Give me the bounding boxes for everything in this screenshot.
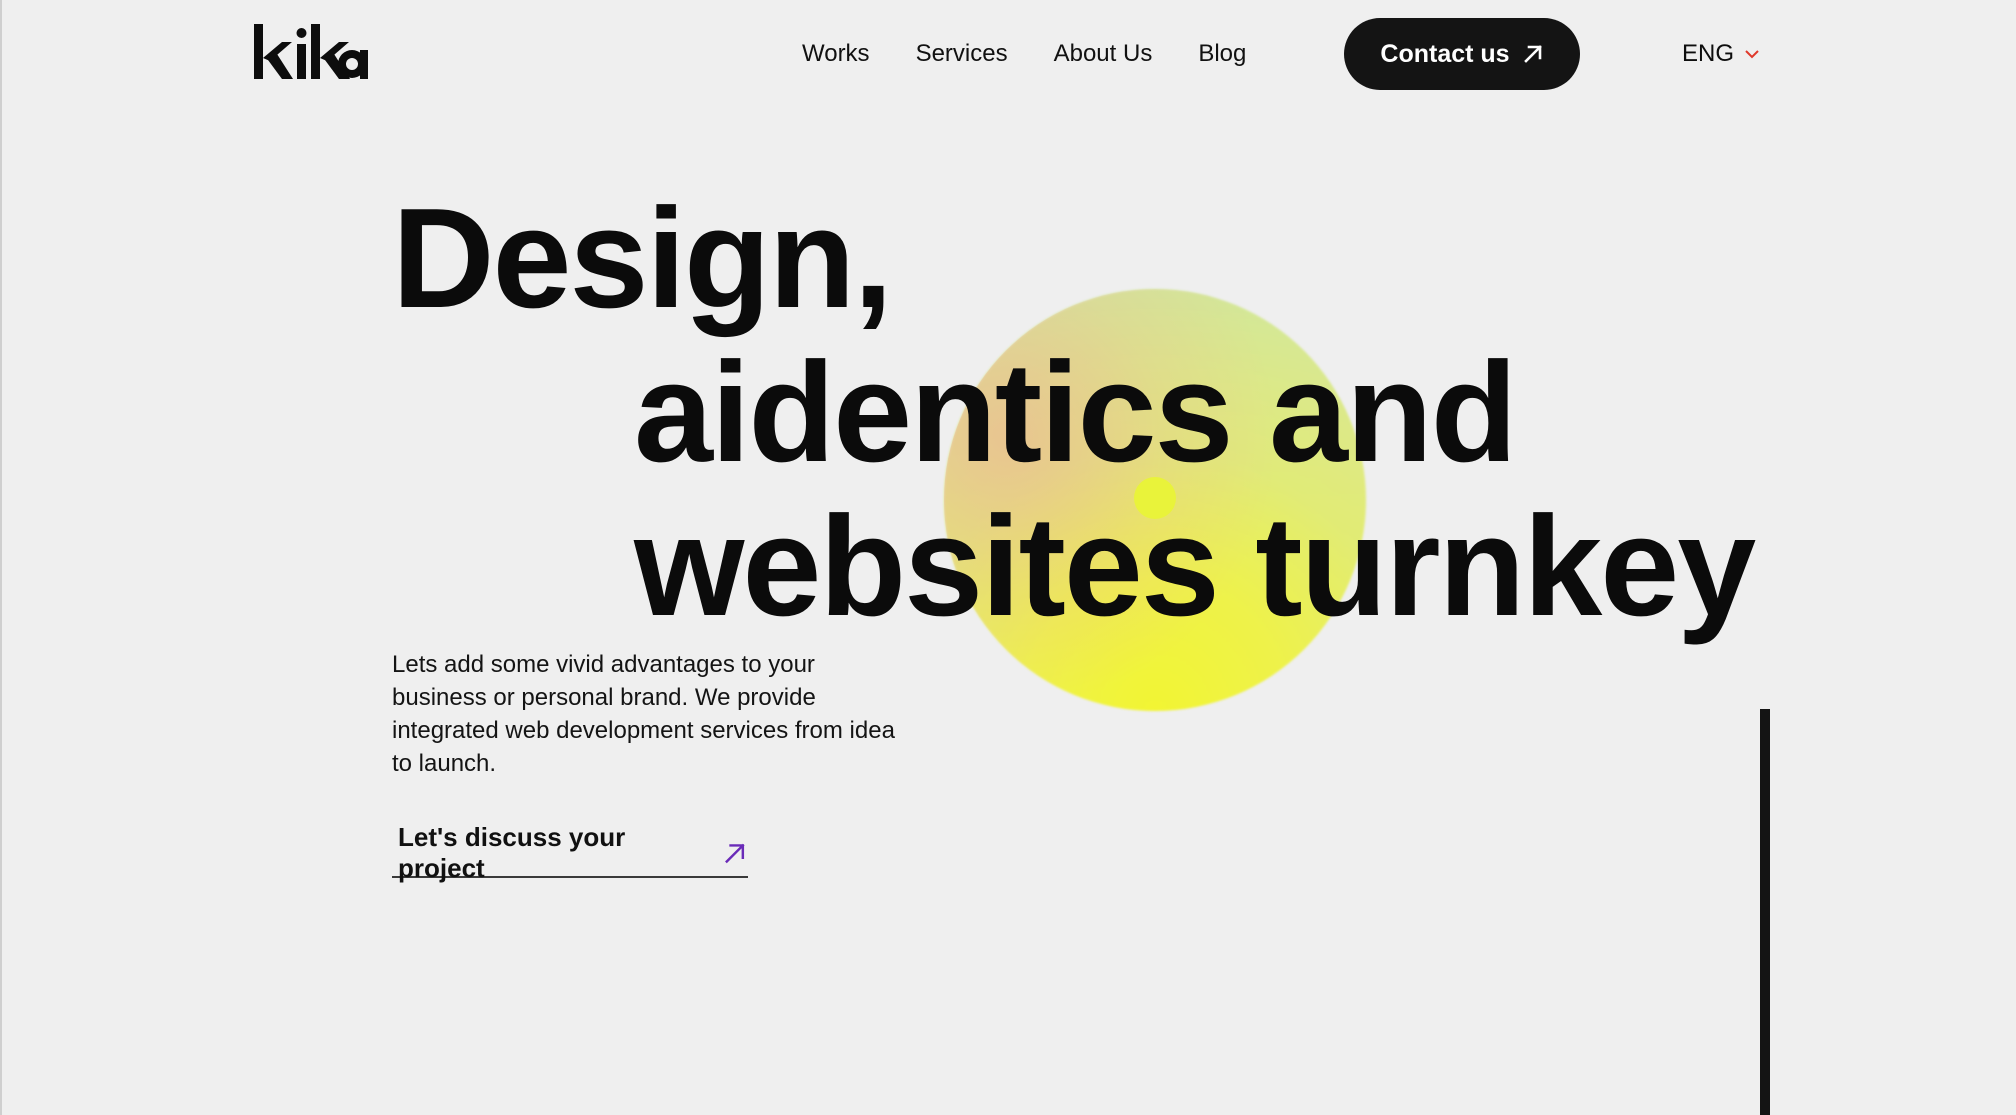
- page: Works Services About Us Blog Contact us …: [0, 0, 2016, 1115]
- vertical-divider-line: [1760, 709, 1770, 1115]
- discuss-project-label: Let's discuss your project: [398, 822, 626, 883]
- nav-about-us[interactable]: About Us: [1054, 34, 1153, 74]
- headline-line-3: websites turnkey: [634, 487, 1756, 646]
- hero-intro-text: Lets add some vivid advantages to your b…: [392, 651, 895, 777]
- discuss-project-link[interactable]: Let's discuss your project: [392, 822, 748, 883]
- kika-logo[interactable]: [252, 18, 368, 84]
- language-label: ENG: [1682, 40, 1735, 67]
- contact-us-label: Contact us: [1380, 39, 1510, 68]
- headline-line-1: Design,: [392, 179, 893, 338]
- nav-services[interactable]: Services: [916, 34, 1008, 74]
- main-nav: Works Services About Us Blog: [802, 34, 1246, 74]
- nav-works[interactable]: Works: [802, 34, 870, 74]
- nav-blog[interactable]: Blog: [1198, 34, 1246, 74]
- left-edge-divider: [0, 0, 2, 1115]
- chevron-down-icon: [1745, 50, 1759, 59]
- logo-mark: [254, 24, 368, 79]
- headline-line-2: aidentics and: [634, 333, 1517, 492]
- contact-us-button[interactable]: Contact us: [1344, 18, 1580, 90]
- language-selector[interactable]: ENG: [1682, 34, 1760, 74]
- arrow-up-right-icon: [1523, 45, 1542, 63]
- arrow-up-right-icon: [725, 843, 746, 864]
